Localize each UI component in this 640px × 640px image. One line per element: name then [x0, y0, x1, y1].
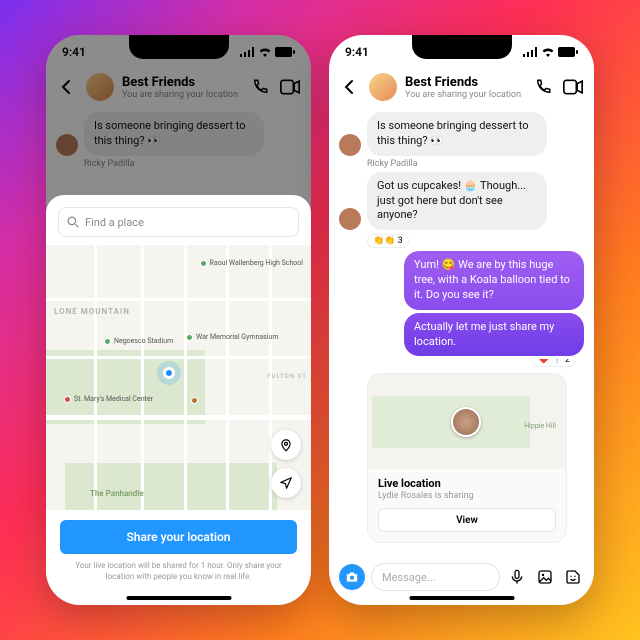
phone-right: 9:41 Best Friends You are sharing your l… [329, 35, 594, 605]
wifi-icon [541, 47, 555, 57]
composer: Message... [329, 563, 594, 591]
chat-header: Best Friends You are sharing your locati… [329, 69, 594, 109]
video-call-button[interactable] [562, 76, 584, 98]
back-button[interactable] [339, 76, 361, 98]
map[interactable]: LONE MOUNTAIN The Panhandle Raoul Wallen… [46, 245, 311, 510]
status-time: 9:41 [345, 45, 369, 59]
battery-icon [558, 47, 578, 57]
mic-button[interactable] [506, 566, 528, 588]
message-input[interactable]: Message... [371, 563, 500, 591]
place-search-input[interactable]: Find a place [58, 207, 299, 237]
chat-title[interactable]: Best Friends [405, 75, 524, 90]
view-button[interactable]: View [378, 508, 556, 532]
sender-name: Ricky Padilla [367, 159, 584, 169]
reaction-pill[interactable]: 👏👏 3 [367, 234, 409, 248]
gallery-button[interactable] [534, 566, 556, 588]
current-location-dot [163, 367, 175, 379]
live-location-avatar-pin [451, 407, 481, 437]
road [46, 356, 311, 359]
reaction-pill[interactable]: ❤️ 📍 2 [532, 359, 576, 367]
map-label: Hippie Hill [524, 422, 556, 430]
sheet-footer: Share your location Your live location w… [46, 510, 311, 605]
street-label: FULTON ST [267, 373, 307, 380]
sender-avatar[interactable] [339, 208, 361, 230]
live-location-title: Live location [378, 477, 556, 490]
road [141, 245, 144, 510]
map-poi[interactable]: Raoul Wallenberg High School [200, 259, 304, 267]
outgoing-message[interactable]: Actually let me just share my location. [404, 313, 584, 357]
pin-button[interactable] [271, 430, 301, 460]
neighborhood-label: The Panhandle [90, 489, 144, 498]
search-placeholder: Find a place [85, 216, 144, 229]
status-indicators [523, 47, 578, 57]
camera-button[interactable] [339, 564, 365, 590]
map-poi[interactable] [191, 397, 198, 404]
phone-left: 9:41 Best Friends You are sharing your l… [46, 35, 311, 605]
incoming-message[interactable]: Is someone bringing dessert to this thin… [367, 112, 547, 156]
recenter-button[interactable] [271, 468, 301, 498]
share-footnote: Your live location will be shared for 1 … [60, 561, 297, 583]
live-location-subtitle: Lydie Rosales is sharing [378, 491, 556, 501]
message-list: Is someone bringing dessert to this thin… [329, 112, 594, 543]
live-location-card[interactable]: Hippie Hill Live location Lydie Rosales … [367, 373, 567, 543]
road [46, 415, 311, 420]
road [94, 245, 97, 510]
home-indicator [409, 596, 514, 600]
map-poi[interactable]: War Memorial Gymnasium [186, 333, 279, 341]
home-indicator [126, 596, 231, 600]
location-sheet: Find a place LONE MOUNTAIN The Panhandle… [46, 195, 311, 605]
search-icon [67, 216, 79, 228]
notch [412, 35, 512, 59]
road [226, 245, 229, 510]
chat-subtitle: You are sharing your location [405, 90, 524, 100]
audio-call-button[interactable] [532, 76, 554, 98]
map-poi[interactable]: Negoesco Stadium [104, 337, 173, 345]
map-poi[interactable]: St. Mary's Medical Center [64, 395, 153, 403]
live-location-map: Hippie Hill [368, 374, 566, 469]
cellular-icon [523, 47, 538, 57]
share-location-button[interactable]: Share your location [60, 520, 297, 554]
chat-avatar[interactable] [369, 73, 397, 101]
road [184, 245, 187, 510]
sender-avatar[interactable] [339, 134, 361, 156]
outgoing-message[interactable]: Yum! 😋 We are by this huge tree, with a … [404, 251, 584, 310]
sticker-button[interactable] [562, 566, 584, 588]
road [46, 298, 311, 301]
incoming-message[interactable]: Got us cupcakes! 🧁 Though... just got he… [367, 172, 547, 231]
notch [129, 35, 229, 59]
message-placeholder: Message... [382, 571, 436, 584]
neighborhood-label: LONE MOUNTAIN [54, 307, 130, 316]
